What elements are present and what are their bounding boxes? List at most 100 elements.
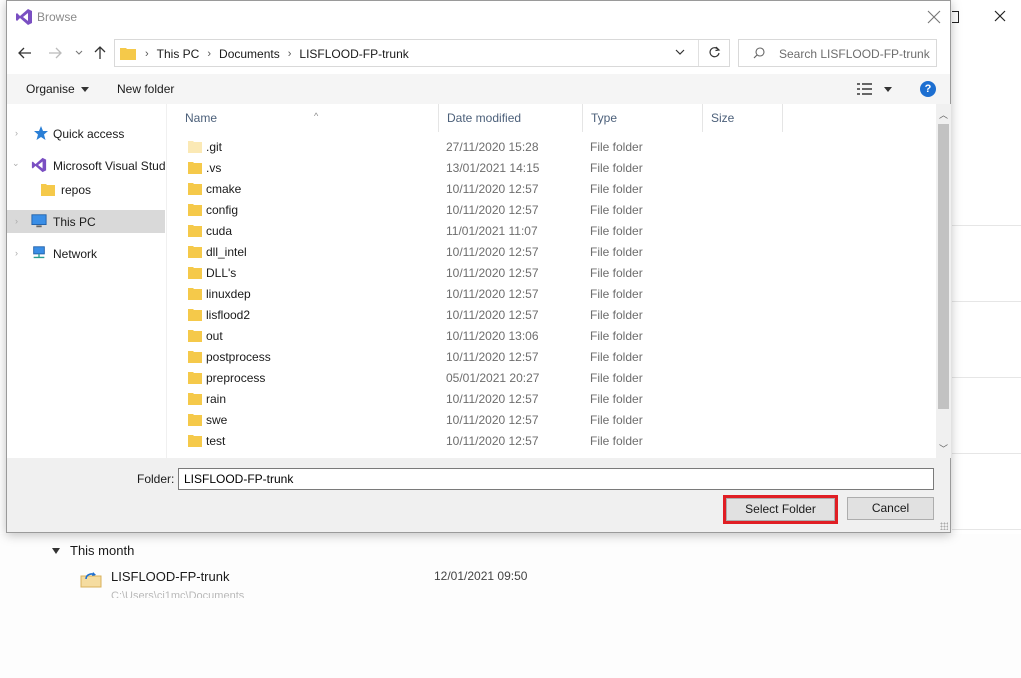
recent-locations-chevron-icon[interactable] (69, 43, 89, 63)
help-icon[interactable]: ? (920, 81, 936, 97)
file-row[interactable]: cuda 11/01/2021 11:07 File folder (167, 220, 937, 241)
file-row[interactable]: .git 27/11/2020 15:28 File folder (167, 136, 937, 157)
folder-icon (188, 351, 202, 363)
file-row[interactable]: cmake 10/11/2020 12:57 File folder (167, 178, 937, 199)
back-arrow-icon[interactable] (15, 43, 35, 63)
view-options-button[interactable] (857, 83, 893, 98)
sidebar-item-visual-studio[interactable]: ⌄ Microsoft Visual Studio (7, 154, 165, 177)
file-row[interactable]: postprocess 10/11/2020 12:57 File folder (167, 346, 937, 367)
column-header-size[interactable]: Size (703, 104, 783, 132)
sidebar-item-label: Quick access (53, 127, 125, 141)
select-folder-button[interactable]: Select Folder (723, 495, 838, 524)
expand-chevron-icon[interactable]: › (15, 248, 18, 258)
recent-item-name: LISFLOOD-FP-trunk (111, 569, 230, 584)
select-folder-label: Select Folder (726, 498, 835, 521)
file-date: 10/11/2020 12:57 (446, 434, 539, 448)
organise-button[interactable]: Organise (26, 82, 89, 96)
folder-icon (188, 309, 202, 321)
vertical-scrollbar[interactable]: ︿ ﹀ (936, 104, 951, 458)
cancel-button[interactable]: Cancel (847, 497, 934, 520)
file-row[interactable]: swe 10/11/2020 12:57 File folder (167, 409, 937, 430)
sidebar-item-repos[interactable]: repos (7, 178, 165, 201)
background-close-icon[interactable] (992, 8, 1008, 24)
file-name: lisflood2 (206, 308, 251, 322)
file-row[interactable]: config 10/11/2020 12:57 File folder (167, 199, 937, 220)
folder-icon (188, 225, 202, 237)
breadcrumb-item[interactable]: This PC (157, 47, 200, 61)
file-date: 10/11/2020 12:57 (446, 308, 539, 322)
file-list: Name ^ Date modified Type Size .git 27/11… (166, 104, 937, 458)
up-arrow-icon[interactable] (90, 43, 110, 63)
file-row[interactable]: .vs 13/01/2021 14:15 File folder (167, 157, 937, 178)
file-row[interactable]: lisflood2 10/11/2020 12:57 File folder (167, 304, 937, 325)
breadcrumb-item[interactable]: LISFLOOD-FP-trunk (299, 47, 408, 61)
title-bar: Browse (7, 1, 950, 33)
file-name: cmake (206, 182, 242, 196)
file-row[interactable]: test 10/11/2020 12:57 File folder (167, 430, 937, 451)
folder-icon (188, 393, 202, 405)
view-list-icon (857, 83, 892, 95)
file-date: 10/11/2020 12:57 (446, 245, 539, 259)
address-folder-icon (120, 48, 136, 60)
expand-chevron-icon[interactable]: › (15, 128, 18, 138)
breadcrumb-separator-icon[interactable]: › (288, 48, 292, 60)
column-header-date[interactable]: Date modified (439, 104, 583, 132)
breadcrumb-separator-icon[interactable]: › (145, 48, 149, 60)
file-type: File folder (590, 413, 643, 427)
breadcrumb-separator-icon[interactable]: › (207, 48, 211, 60)
file-row[interactable]: DLL's 10/11/2020 12:57 File folder (167, 262, 937, 283)
collapse-triangle-icon[interactable] (52, 547, 60, 554)
new-folder-button[interactable]: New folder (117, 82, 174, 96)
breadcrumb-item[interactable]: Documents (219, 47, 280, 61)
navigation-bar: › This PC › Documents › LISFLOOD-FP-trun… (7, 37, 950, 69)
recent-item[interactable]: LISFLOOD-FP-trunk 12/01/2021 09:50 C:\Us… (80, 566, 680, 606)
file-name: cuda (206, 224, 233, 238)
column-header-name[interactable]: Name ^ (177, 104, 439, 132)
navigation-pane: › Quick access ⌄ Microsoft Visual Studio… (7, 104, 165, 458)
refresh-icon[interactable] (708, 46, 721, 59)
maximize-icon[interactable] (952, 11, 959, 23)
resize-grip[interactable] (940, 522, 948, 530)
search-box[interactable]: Search LISFLOOD-FP-trunk (738, 39, 937, 67)
file-type: File folder (590, 140, 643, 154)
folder-icon (188, 267, 202, 279)
column-header-type[interactable]: Type (583, 104, 703, 132)
background-recent-list: This month LISFLOOD-FP-trunk 12/01/2021 … (0, 534, 1021, 678)
scrollbar-thumb[interactable] (938, 124, 949, 409)
sort-ascending-icon: ^ (314, 111, 319, 121)
command-toolbar: Organise New folder ? (7, 74, 950, 104)
file-row[interactable]: preprocess 05/01/2021 20:27 File folder (167, 367, 937, 388)
close-icon[interactable] (924, 7, 944, 27)
group-header-this-month[interactable]: This month (52, 543, 134, 558)
file-row[interactable]: out 10/11/2020 13:06 File folder (167, 325, 937, 346)
scroll-down-icon[interactable]: ﹀ (939, 442, 948, 455)
expanded-chevron-icon[interactable]: ⌄ (12, 158, 20, 169)
file-name: preprocess (206, 371, 266, 385)
sidebar-item-this-pc[interactable]: › This PC (7, 210, 165, 233)
folder-icon (188, 141, 202, 153)
sidebar-item-quick-access[interactable]: › Quick access (7, 122, 165, 145)
folder-label: Folder: (137, 472, 175, 486)
sidebar-item-label: repos (61, 183, 92, 197)
file-name: swe (206, 413, 228, 427)
folder-icon (188, 183, 202, 195)
folder-name-input[interactable] (178, 468, 934, 490)
file-row[interactable]: dll_intel 10/11/2020 12:57 File folder (167, 241, 937, 262)
file-name: .vs (206, 161, 222, 175)
expand-chevron-icon[interactable]: › (15, 216, 18, 226)
forward-arrow-icon[interactable] (45, 43, 65, 63)
folder-icon (188, 288, 202, 300)
file-name: rain (206, 392, 227, 406)
file-date: 05/01/2021 20:27 (446, 371, 540, 385)
address-bar[interactable]: › This PC › Documents › LISFLOOD-FP-trun… (114, 39, 730, 67)
scroll-up-icon[interactable]: ︿ (939, 108, 948, 121)
search-placeholder: Search LISFLOOD-FP-trunk (779, 47, 930, 61)
sidebar-item-network[interactable]: › Network (7, 242, 165, 265)
breadcrumb: › This PC › Documents › LISFLOOD-FP-trun… (145, 47, 409, 61)
file-row[interactable]: rain 10/11/2020 12:57 File folder (167, 388, 937, 409)
file-type: File folder (590, 350, 643, 364)
visual-studio-icon (31, 157, 47, 173)
file-row[interactable]: linuxdep 10/11/2020 12:57 File folder (167, 283, 937, 304)
file-type: File folder (590, 329, 643, 343)
address-dropdown-icon[interactable] (675, 48, 685, 56)
